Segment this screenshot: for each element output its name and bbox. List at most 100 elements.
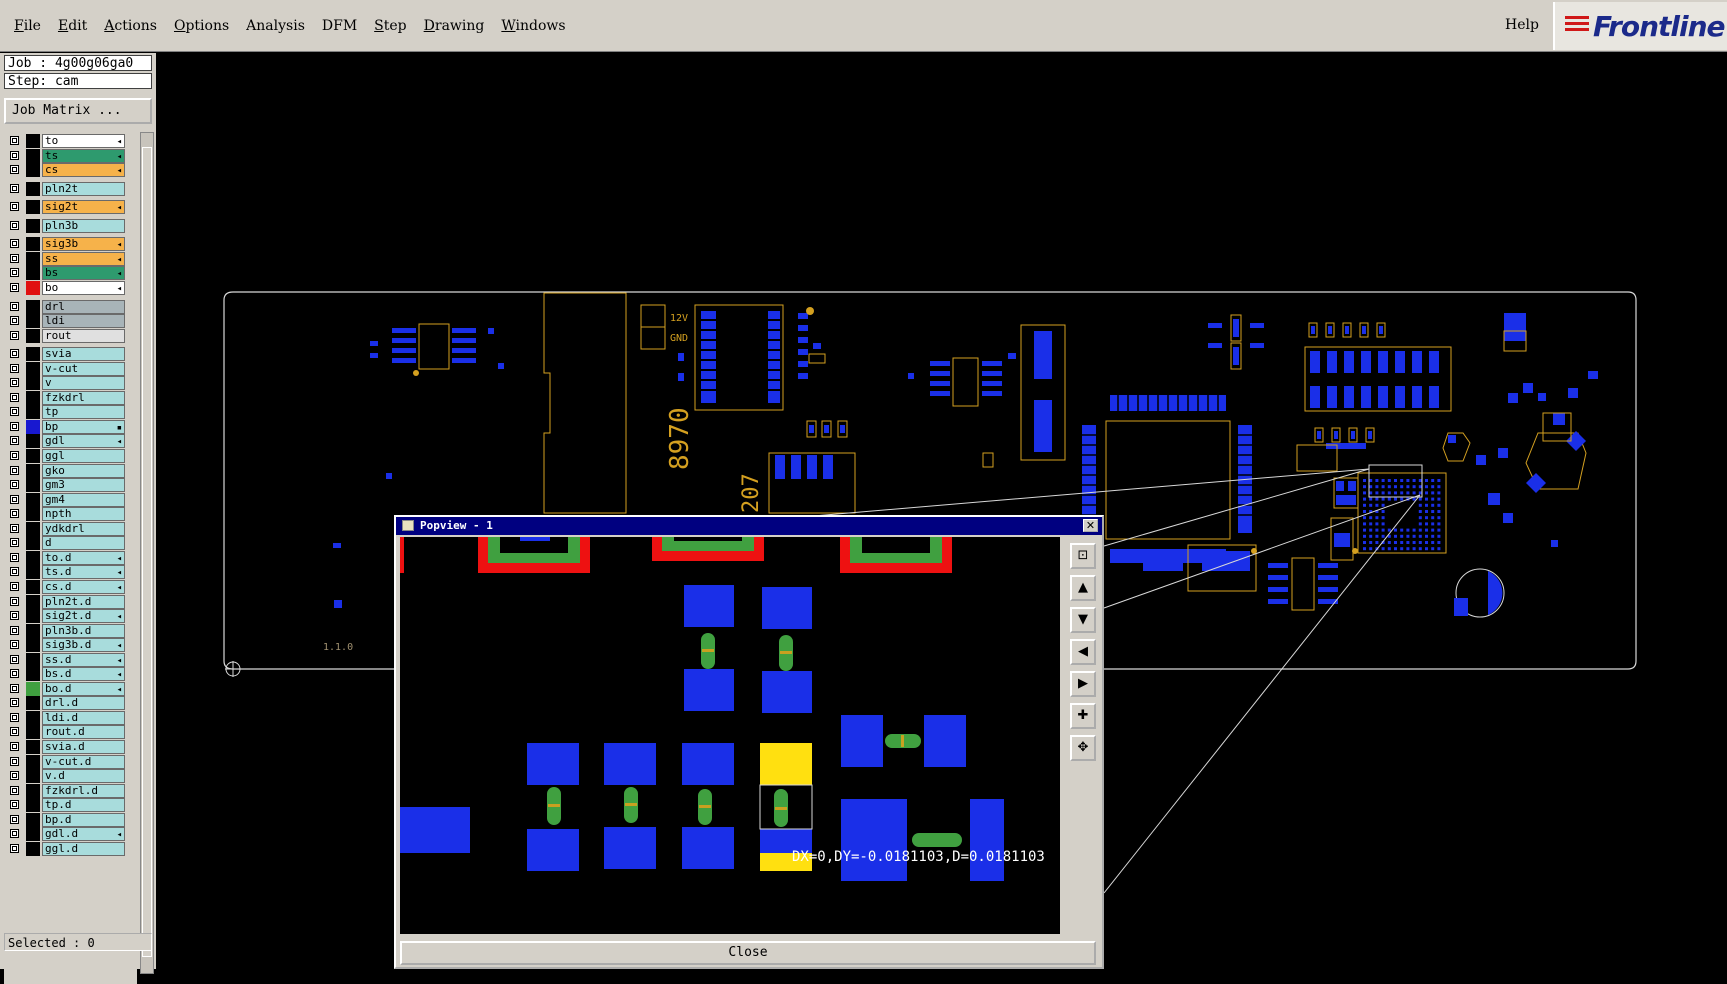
layer-color-swatch[interactable] <box>26 754 40 769</box>
layer-row-fzkdrl-d[interactable]: fzkdrl.d <box>4 783 137 798</box>
layer-color-swatch[interactable] <box>26 638 40 653</box>
layer-list-scrollbar[interactable] <box>140 132 154 974</box>
layer-row-rout-d[interactable]: rout.d <box>4 725 137 740</box>
layer-row-gm3[interactable]: gm3 <box>4 478 137 493</box>
layer-row-to[interactable]: to ◂ <box>4 134 137 148</box>
layer-checkbox[interactable] <box>10 202 19 212</box>
layer-color-swatch[interactable] <box>26 478 40 493</box>
layer-row-bo[interactable]: bo ◂ <box>4 280 137 295</box>
layer-row-ss-d[interactable]: ss.d ◂ <box>4 652 137 667</box>
layer-row-gdl-d[interactable]: gdl.d ◂ <box>4 827 137 842</box>
menu-item-edit[interactable]: Edit <box>58 18 87 34</box>
layer-row-pln2t[interactable]: pln2t <box>4 181 137 196</box>
layer-color-swatch[interactable] <box>26 200 40 215</box>
layer-name[interactable]: v.d <box>42 769 125 784</box>
layer-checkbox[interactable] <box>10 436 19 446</box>
layer-color-swatch[interactable] <box>26 376 40 391</box>
layer-name[interactable]: bp.d <box>42 812 125 827</box>
layer-checkbox[interactable] <box>10 220 19 230</box>
layer-name[interactable]: ss.d ◂ <box>42 652 125 667</box>
layer-color-swatch[interactable] <box>26 550 40 565</box>
layer-color-swatch[interactable] <box>26 280 40 295</box>
layer-color-swatch[interactable] <box>26 266 40 281</box>
layer-name[interactable]: d <box>42 536 125 551</box>
layer-name[interactable]: fzkdrl <box>42 390 125 405</box>
layer-row-drl-d[interactable]: drl.d <box>4 696 137 711</box>
layer-checkbox[interactable] <box>10 363 19 373</box>
layer-name[interactable]: ss ◂ <box>42 251 125 266</box>
layer-row-d[interactable]: d <box>4 536 137 551</box>
layer-color-swatch[interactable] <box>26 181 40 196</box>
layer-row-ggl-d[interactable]: ggl.d <box>4 841 137 856</box>
layer-checkbox[interactable] <box>10 625 19 635</box>
layer-name[interactable]: gko <box>42 463 125 478</box>
layer-name[interactable]: bo ◂ <box>42 280 125 295</box>
layer-checkbox[interactable] <box>10 421 19 431</box>
layer-checkbox[interactable] <box>10 829 19 839</box>
layer-name[interactable]: ldi.d <box>42 710 125 725</box>
layer-row-v-cut-d[interactable]: v-cut.d <box>4 754 137 769</box>
layer-color-swatch[interactable] <box>26 361 40 376</box>
layer-checkbox[interactable] <box>10 150 19 160</box>
layer-checkbox[interactable] <box>10 268 19 278</box>
layer-name[interactable]: svia.d <box>42 740 125 754</box>
layer-checkbox[interactable] <box>10 814 19 824</box>
layer-row-sig3b[interactable]: sig3b ◂ <box>4 237 137 252</box>
layer-checkbox[interactable] <box>10 683 19 693</box>
layer-color-swatch[interactable] <box>26 390 40 405</box>
layer-color-swatch[interactable] <box>26 251 40 266</box>
layer-row-v-cut[interactable]: v-cut <box>4 361 137 376</box>
layer-row-bo-d[interactable]: bo.d ◂ <box>4 681 137 696</box>
layer-color-swatch[interactable] <box>26 652 40 667</box>
layer-row-drl[interactable]: drl <box>4 299 137 314</box>
layer-color-swatch[interactable] <box>26 347 40 362</box>
layer-checkbox[interactable] <box>10 654 19 664</box>
layer-row-gm4[interactable]: gm4 <box>4 492 137 507</box>
layer-row-ts[interactable]: ts ◂ <box>4 148 137 163</box>
layer-name[interactable]: gdl.d ◂ <box>42 827 125 842</box>
layer-row-pln3b[interactable]: pln3b <box>4 218 137 233</box>
layer-checkbox[interactable] <box>10 316 19 326</box>
layer-name[interactable]: v <box>42 376 125 391</box>
layer-name[interactable]: cs ◂ <box>42 163 125 178</box>
layer-color-swatch[interactable] <box>26 148 40 163</box>
layer-name[interactable]: gdl ◂ <box>42 434 125 449</box>
menu-item-file[interactable]: File <box>14 18 41 34</box>
layer-color-swatch[interactable] <box>26 449 40 463</box>
layer-checkbox[interactable] <box>10 698 19 708</box>
layer-row-sig2t-d[interactable]: sig2t.d ◂ <box>4 609 137 624</box>
layer-checkbox[interactable] <box>10 378 19 388</box>
layer-checkbox[interactable] <box>10 800 19 810</box>
layer-name[interactable]: fzkdrl.d <box>42 783 125 798</box>
layer-checkbox[interactable] <box>10 330 19 340</box>
layer-row-bp[interactable]: bp ▪ <box>4 419 137 434</box>
layer-checkbox[interactable] <box>10 596 19 606</box>
layer-name[interactable]: bs ◂ <box>42 266 125 281</box>
layer-color-swatch[interactable] <box>26 328 40 343</box>
layer-checkbox[interactable] <box>10 451 19 460</box>
menu-item-analysis[interactable]: Analysis <box>246 18 305 34</box>
layer-row-ldi[interactable]: ldi <box>4 314 137 329</box>
layer-color-swatch[interactable] <box>26 434 40 449</box>
layer-row-pln3b-d[interactable]: pln3b.d <box>4 623 137 638</box>
layer-checkbox[interactable] <box>10 843 19 853</box>
layer-name[interactable]: pln2t <box>42 181 125 196</box>
layer-color-swatch[interactable] <box>26 492 40 507</box>
layer-row-cs-d[interactable]: cs.d ◂ <box>4 579 137 594</box>
layer-checkbox[interactable] <box>10 480 19 490</box>
layer-color-swatch[interactable] <box>26 623 40 638</box>
layer-row-v-d[interactable]: v.d <box>4 769 137 784</box>
layer-checkbox[interactable] <box>10 581 19 591</box>
layer-row-sig2t[interactable]: sig2t ◂ <box>4 200 137 215</box>
layer-checkbox[interactable] <box>10 785 19 795</box>
menu-item-actions[interactable]: Actions <box>104 18 157 34</box>
layer-name[interactable]: gm3 <box>42 478 125 493</box>
layer-checkbox[interactable] <box>10 407 19 417</box>
layer-color-swatch[interactable] <box>26 783 40 798</box>
layer-color-swatch[interactable] <box>26 667 40 682</box>
layer-name[interactable]: ldi <box>42 314 125 329</box>
layer-color-swatch[interactable] <box>26 594 40 609</box>
layer-checkbox[interactable] <box>10 567 19 577</box>
layer-color-swatch[interactable] <box>26 609 40 624</box>
layer-checkbox[interactable] <box>10 465 19 475</box>
